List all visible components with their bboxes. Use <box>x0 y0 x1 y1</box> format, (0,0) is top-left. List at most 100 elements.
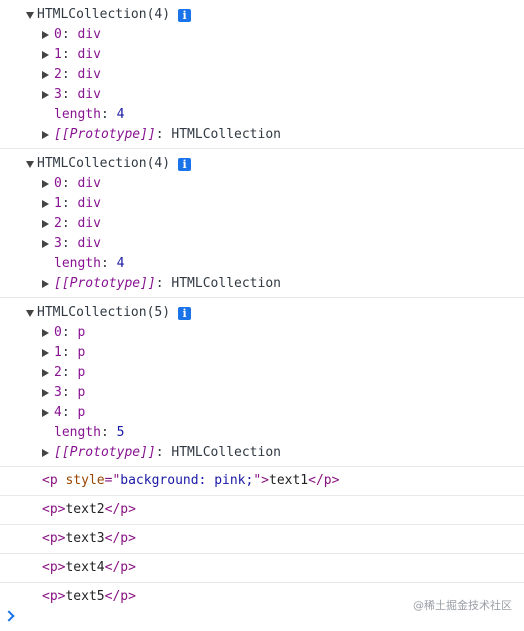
prototype-key: [[Prototype]] <box>54 445 156 460</box>
collection-header[interactable]: HTMLCollection(4) i <box>0 5 524 25</box>
length-value: 4 <box>116 107 125 122</box>
property-key: 3 <box>54 236 62 251</box>
html-open-tag: <p> <box>42 589 66 604</box>
console-message-group: HTMLCollection(4) i 0: div 1: div 2: div… <box>0 149 524 298</box>
triangle-down-icon[interactable] <box>26 309 34 317</box>
property-row[interactable]: 0: div <box>0 25 524 45</box>
console-log-element[interactable]: <p>text4</p> <box>0 554 524 583</box>
triangle-right-icon[interactable] <box>42 349 49 357</box>
length-key: length <box>54 107 101 122</box>
html-text: text2 <box>65 502 105 517</box>
property-key: 0 <box>54 27 62 42</box>
collection-header[interactable]: HTMLCollection(5) i <box>0 303 524 323</box>
console-log-element[interactable]: <p>text3</p> <box>0 525 524 554</box>
prototype-value: HTMLCollection <box>171 445 281 460</box>
triangle-right-icon[interactable] <box>42 240 49 248</box>
html-close-tag: </p> <box>104 502 136 517</box>
property-value: div <box>77 67 101 82</box>
length-value: 5 <box>116 425 125 440</box>
triangle-right-icon[interactable] <box>42 131 49 139</box>
property-key: 0 <box>54 176 62 191</box>
triangle-right-icon[interactable] <box>42 51 49 59</box>
property-value: div <box>77 236 101 251</box>
triangle-right-icon[interactable] <box>42 329 49 337</box>
triangle-down-icon[interactable] <box>26 11 34 19</box>
prototype-key: [[Prototype]] <box>54 127 156 142</box>
property-key: 3 <box>54 87 62 102</box>
length-value: 4 <box>116 256 125 271</box>
length-key: length <box>54 425 101 440</box>
property-value: p <box>77 405 86 420</box>
property-value: div <box>77 27 101 42</box>
property-key: 1 <box>54 196 62 211</box>
html-close-tag: </p> <box>308 473 340 488</box>
info-icon[interactable]: i <box>178 157 192 171</box>
triangle-right-icon[interactable] <box>42 449 49 457</box>
property-row[interactable]: 3: div <box>0 85 524 105</box>
property-key: 1 <box>54 47 62 62</box>
triangle-right-icon[interactable] <box>42 280 49 288</box>
length-row: length: 4 <box>0 105 524 125</box>
property-value: p <box>77 365 86 380</box>
property-value: p <box>77 385 86 400</box>
triangle-right-icon[interactable] <box>42 220 49 228</box>
collection-title: HTMLCollection(4) <box>37 156 171 171</box>
property-key: 2 <box>54 67 62 82</box>
collection-title: HTMLCollection(5) <box>37 305 171 320</box>
triangle-right-icon[interactable] <box>42 409 49 417</box>
collection-header[interactable]: HTMLCollection(4) i <box>0 154 524 174</box>
property-key: 2 <box>54 216 62 231</box>
property-row[interactable]: 1: div <box>0 45 524 65</box>
property-row[interactable]: 0: p <box>0 323 524 343</box>
triangle-right-icon[interactable] <box>42 369 49 377</box>
triangle-right-icon[interactable] <box>42 180 49 188</box>
html-attribute-value: background: pink; <box>120 473 254 488</box>
watermark: @稀土掘金技术社区 <box>413 599 512 612</box>
prototype-row[interactable]: [[Prototype]]: HTMLCollection <box>0 125 524 145</box>
property-value: div <box>77 196 101 211</box>
triangle-right-icon[interactable] <box>42 31 49 39</box>
property-row[interactable]: 2: div <box>0 214 524 234</box>
triangle-down-icon[interactable] <box>26 160 34 168</box>
property-row[interactable]: 3: div <box>0 234 524 254</box>
prototype-value: HTMLCollection <box>171 127 281 142</box>
html-close-tag: </p> <box>104 531 136 546</box>
prototype-value: HTMLCollection <box>171 276 281 291</box>
property-key: 2 <box>54 365 62 380</box>
triangle-right-icon[interactable] <box>42 71 49 79</box>
property-value: div <box>77 47 101 62</box>
property-key: 1 <box>54 345 62 360</box>
property-row[interactable]: 3: p <box>0 383 524 403</box>
info-icon[interactable]: i <box>178 8 192 22</box>
info-icon[interactable]: i <box>178 306 192 320</box>
length-row: length: 4 <box>0 254 524 274</box>
console-log-element[interactable]: <p>text2</p> <box>0 496 524 525</box>
prototype-row[interactable]: [[Prototype]]: HTMLCollection <box>0 274 524 294</box>
length-key: length <box>54 256 101 271</box>
property-key: 4 <box>54 405 62 420</box>
property-row[interactable]: 2: div <box>0 65 524 85</box>
triangle-right-icon[interactable] <box>42 389 49 397</box>
html-open-tag: <p> <box>42 531 66 546</box>
property-key: 3 <box>54 385 62 400</box>
prototype-row[interactable]: [[Prototype]]: HTMLCollection <box>0 443 524 463</box>
property-value: div <box>77 216 101 231</box>
property-value: div <box>77 176 101 191</box>
devtools-console: HTMLCollection(4) i 0: div 1: div 2: div… <box>0 0 524 612</box>
html-attribute-name: style <box>65 473 105 488</box>
property-row[interactable]: 1: p <box>0 343 524 363</box>
property-row[interactable]: 1: div <box>0 194 524 214</box>
triangle-right-icon[interactable] <box>42 91 49 99</box>
collection-title: HTMLCollection(4) <box>37 7 171 22</box>
property-row[interactable]: 4: p <box>0 403 524 423</box>
property-row[interactable]: 0: div <box>0 174 524 194</box>
html-attribute-eq: =" <box>104 473 121 488</box>
triangle-right-icon[interactable] <box>42 200 49 208</box>
html-close-tag: </p> <box>104 589 136 604</box>
console-log-element[interactable]: <p style="background: pink;">text1</p> <box>0 467 524 496</box>
html-text: text3 <box>65 531 105 546</box>
chevron-right-icon <box>3 610 15 622</box>
html-text: text1 <box>269 473 309 488</box>
length-row: length: 5 <box>0 423 524 443</box>
property-row[interactable]: 2: p <box>0 363 524 383</box>
